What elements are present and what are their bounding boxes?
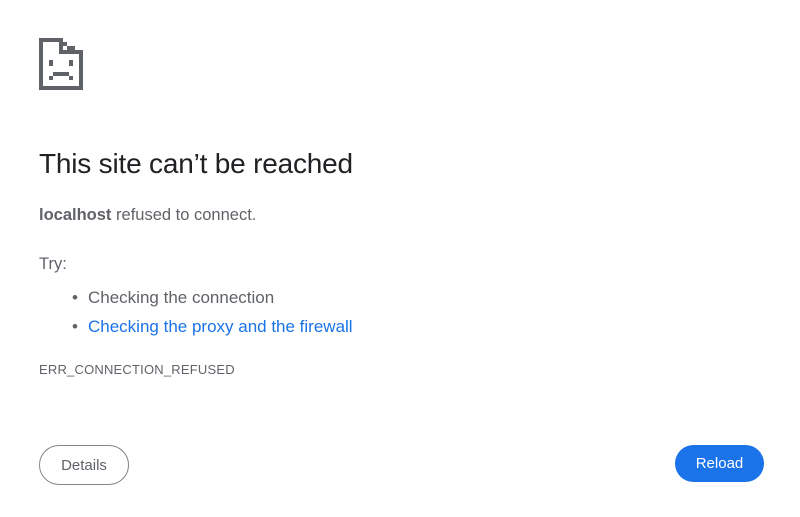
try-label: Try: (39, 255, 67, 273)
sad-page-icon (39, 38, 83, 90)
error-message: localhost refused to connect. (39, 206, 256, 225)
suggestion-item: • Checking the connection (70, 283, 353, 312)
suggestion-item: • Checking the proxy and the firewall (70, 312, 353, 341)
error-page: This site can’t be reached localhost ref… (0, 0, 800, 517)
details-button[interactable]: Details (39, 445, 129, 485)
bullet-icon: • (72, 288, 78, 307)
suggestion-list: • Checking the connection • Checking the… (70, 283, 353, 341)
bullet-icon: • (72, 317, 78, 336)
suggestion-check-connection: Checking the connection (88, 288, 275, 307)
error-host: localhost (39, 206, 112, 224)
suggestion-proxy-firewall-link[interactable]: Checking the proxy and the firewall (88, 317, 353, 336)
reload-button[interactable]: Reload (675, 445, 764, 482)
error-code: ERR_CONNECTION_REFUSED (39, 362, 235, 377)
error-title: This site can’t be reached (39, 148, 353, 179)
error-message-text: refused to connect. (111, 206, 257, 224)
